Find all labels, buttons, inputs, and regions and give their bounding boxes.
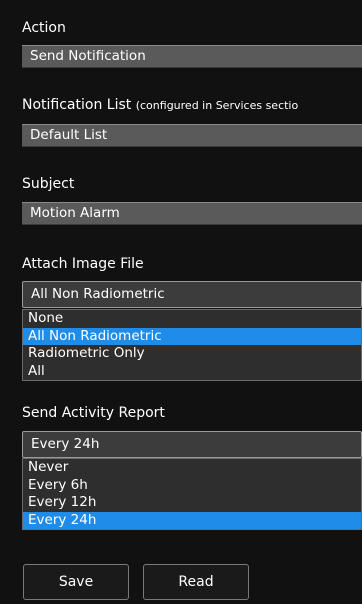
- attach-image-option-selected[interactable]: All Non Radiometric: [23, 327, 361, 345]
- activity-report-label: Send Activity Report: [22, 405, 165, 421]
- notification-list-note: (configured in Services sectio: [135, 99, 299, 112]
- attach-image-select[interactable]: All Non Radiometric: [22, 281, 362, 308]
- activity-report-option[interactable]: Every 6h: [23, 477, 361, 495]
- subject-field[interactable]: Motion Alarm: [22, 202, 362, 225]
- notification-list-label-text: Notification List: [22, 97, 132, 113]
- attach-image-option[interactable]: Radiometric Only: [23, 345, 361, 363]
- activity-report-option-selected[interactable]: Every 24h: [23, 511, 361, 529]
- attach-image-label: Attach Image File: [22, 256, 144, 272]
- activity-report-listbox[interactable]: Never Every 6h Every 12h Every 24h: [22, 458, 362, 530]
- activity-report-select[interactable]: Every 24h: [22, 431, 362, 458]
- activity-report-option[interactable]: Never: [23, 459, 361, 477]
- save-button[interactable]: Save: [23, 564, 129, 600]
- action-field[interactable]: Send Notification: [22, 45, 362, 68]
- activity-report-option[interactable]: Every 12h: [23, 494, 361, 512]
- attach-image-option[interactable]: None: [23, 310, 361, 328]
- notification-list-field[interactable]: Default List: [22, 124, 362, 147]
- attach-image-option[interactable]: All: [23, 363, 361, 381]
- action-label: Action: [22, 20, 66, 36]
- notification-list-label: Notification List (configured in Service…: [22, 97, 298, 113]
- attach-image-listbox[interactable]: None All Non Radiometric Radiometric Onl…: [22, 309, 362, 381]
- subject-label: Subject: [22, 176, 75, 192]
- read-button[interactable]: Read: [143, 564, 249, 600]
